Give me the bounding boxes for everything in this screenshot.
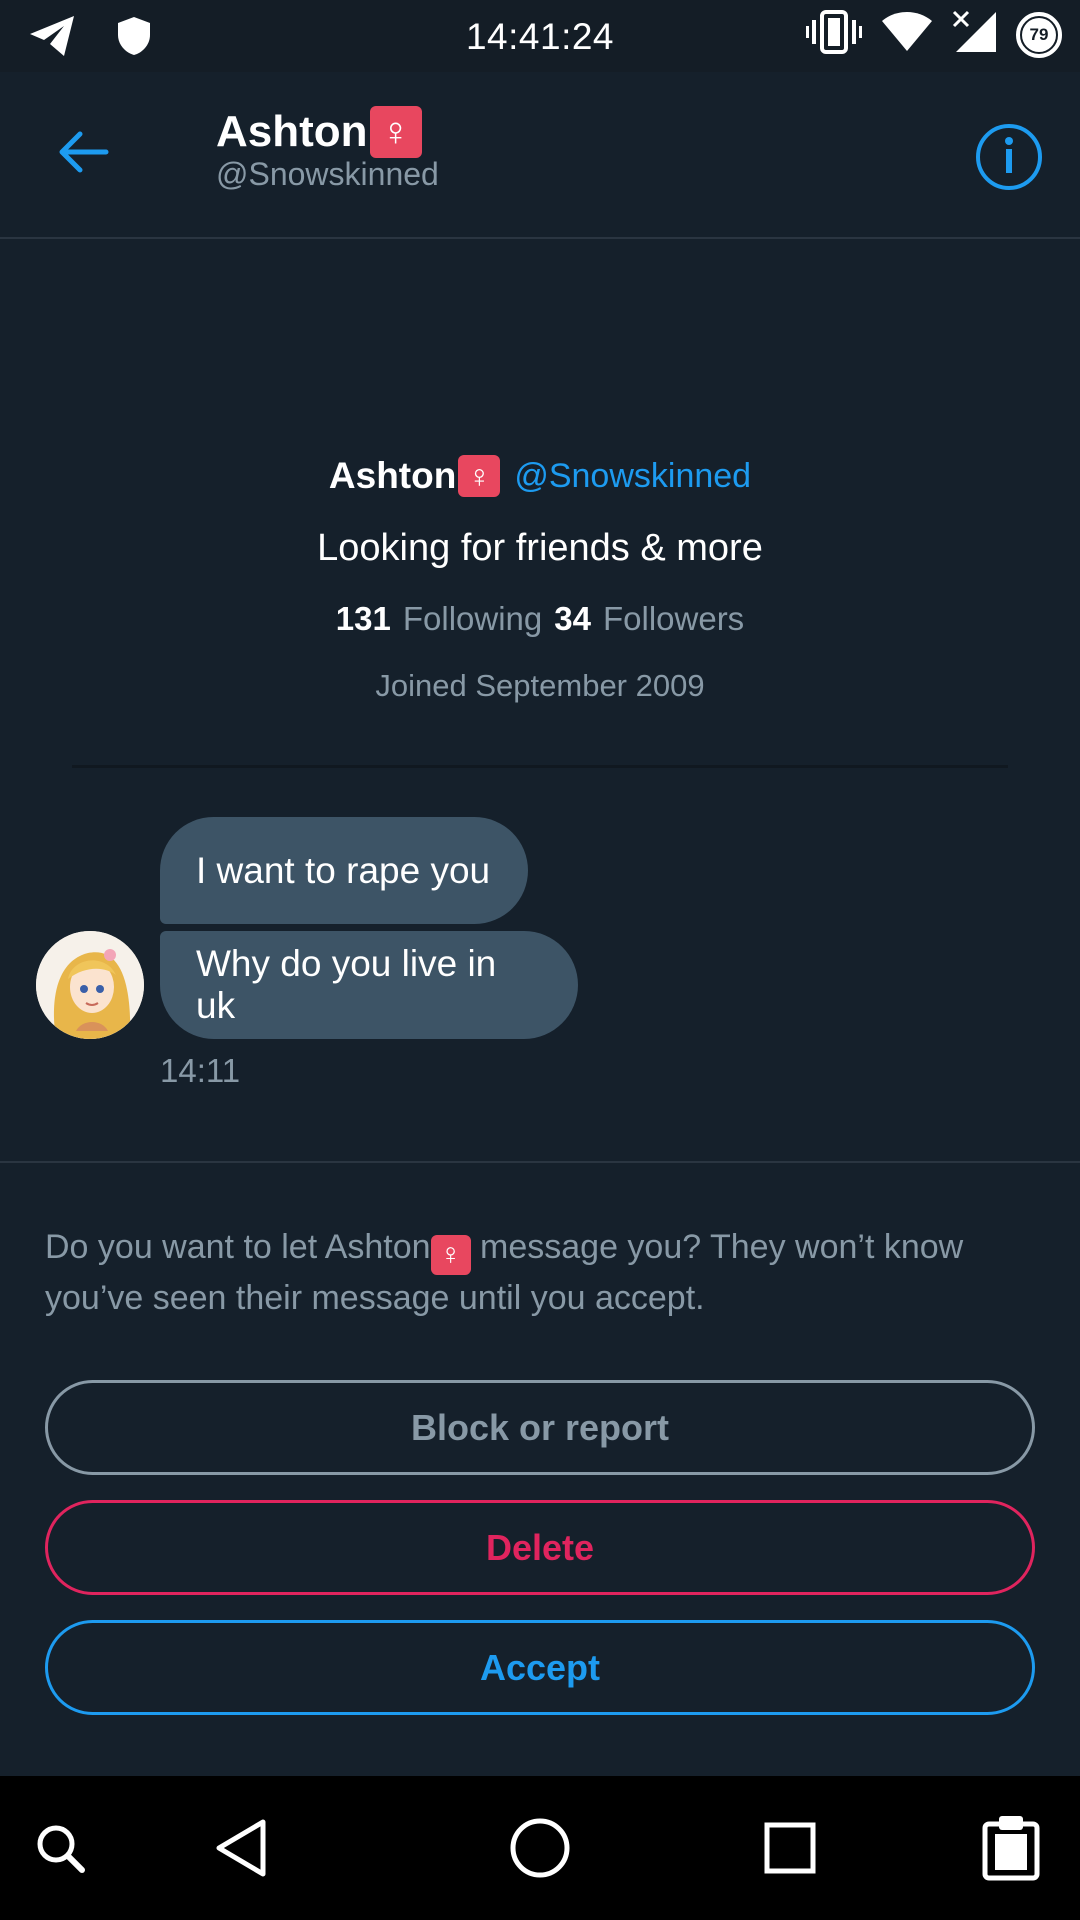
no-signal-icon: [952, 10, 998, 59]
info-icon: [999, 135, 1019, 180]
female-sign-emoji: ♀: [430, 1234, 471, 1275]
wifi-icon: [880, 11, 934, 58]
message-bubble[interactable]: I want to rape you: [160, 817, 528, 924]
home-circle-icon[interactable]: [504, 1812, 576, 1884]
prompt-text-start: Do you want to let Ashton: [45, 1228, 431, 1266]
delete-button[interactable]: Delete: [45, 1500, 1035, 1595]
message-bubble[interactable]: Why do you live in uk: [160, 931, 578, 1039]
block-or-report-button[interactable]: Block or report: [45, 1380, 1035, 1475]
profile-name-line: Ashton ♀ @Snowskinned: [0, 455, 1080, 497]
header-handle: @Snowskinned: [216, 156, 439, 192]
system-nav-bar: [0, 1776, 1080, 1920]
info-button[interactable]: [976, 124, 1042, 190]
profile-handle: @Snowskinned: [514, 456, 752, 495]
profile-stats: 131 Following 34 Followers: [0, 600, 1080, 638]
following-label: Following: [402, 600, 543, 637]
recents-square-icon[interactable]: [754, 1812, 826, 1884]
following-count: 131: [335, 600, 391, 637]
status-bar: 14:41:24 79: [0, 0, 1080, 72]
accept-label: Accept: [479, 1646, 601, 1688]
message-text: Why do you live in uk: [196, 943, 497, 1026]
profile-bio: Looking for friends & more: [317, 527, 763, 569]
female-sign-emoji: ♀: [458, 455, 501, 497]
profile-summary[interactable]: Ashton ♀ @Snowskinned Looking for friend…: [0, 455, 1080, 704]
profile-divider: [72, 765, 1008, 768]
profile-display-name: Ashton ♀: [328, 455, 501, 497]
status-right-icons: 79: [806, 10, 1062, 59]
back-button[interactable]: [54, 122, 114, 182]
profile-name-text: Ashton: [328, 455, 457, 496]
section-divider: [0, 1161, 1080, 1163]
search-icon[interactable]: [24, 1812, 96, 1884]
female-sign-emoji: ♀: [369, 106, 422, 158]
block-or-report-label: Block or report: [410, 1406, 670, 1448]
back-triangle-icon[interactable]: [205, 1812, 277, 1884]
followers-count: 34: [554, 600, 591, 637]
message-request-prompt: Do you want to let Ashton ♀ message you? …: [45, 1224, 1035, 1322]
accept-button[interactable]: Accept: [45, 1620, 1035, 1715]
message-timestamp: 14:11: [160, 1052, 241, 1089]
header-display-name[interactable]: Ashton ♀: [216, 106, 422, 158]
vibrate-icon: [806, 10, 862, 59]
arrow-left-icon: [54, 131, 114, 186]
battery-level: 79: [1022, 17, 1056, 52]
followers-label: Followers: [602, 600, 745, 637]
header-name-text: Ashton: [216, 107, 368, 156]
battery-icon: 79: [1016, 11, 1062, 58]
avatar[interactable]: [36, 931, 144, 1039]
profile-joined-date: Joined September 2009: [375, 668, 705, 703]
delete-label: Delete: [485, 1526, 595, 1568]
clipboard-icon[interactable]: [975, 1812, 1047, 1884]
conversation-header: Ashton ♀ @Snowskinned: [0, 72, 1080, 239]
message-text: I want to rape you: [196, 849, 491, 891]
